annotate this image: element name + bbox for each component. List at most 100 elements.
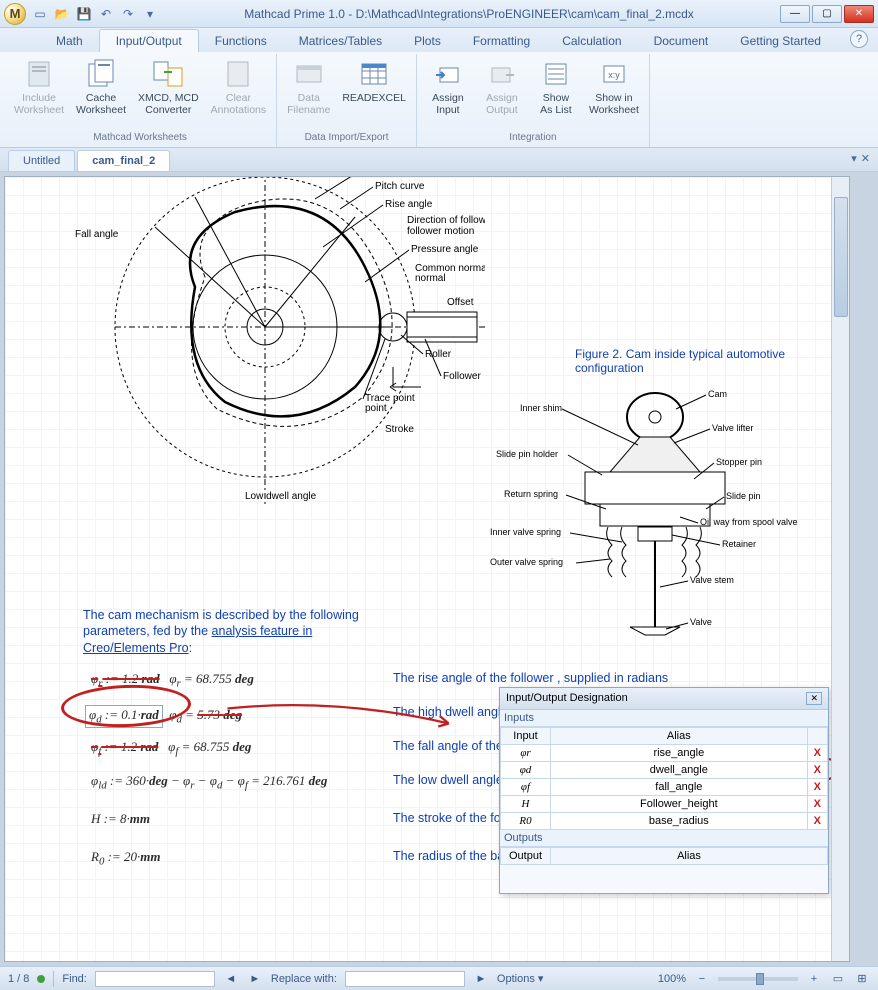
window-buttons: — ▢ ✕	[780, 5, 874, 23]
find-prev-icon[interactable]: ◄	[223, 971, 239, 987]
find-next-icon[interactable]: ►	[247, 971, 263, 987]
redo-icon[interactable]: ↷	[120, 6, 136, 22]
delete-row-icon[interactable]: X	[807, 796, 827, 813]
eq-fall-angle[interactable]: φf := 1.2·rad φf = 68.755 deg	[91, 739, 251, 758]
new-doc-icon[interactable]: ▭	[32, 6, 48, 22]
doctab-close-icon[interactable]: ✕	[861, 152, 870, 165]
readexcel-button[interactable]: READEXCEL	[338, 56, 410, 106]
tab-functions[interactable]: Functions	[199, 30, 283, 52]
svg-text:Stopper pin: Stopper pin	[716, 457, 762, 467]
replace-label: Replace with:	[271, 973, 337, 985]
cache-worksheet-icon	[85, 58, 117, 90]
desc-low-dwell: The low dwell angle	[393, 773, 503, 787]
svg-text:Return spring: Return spring	[504, 489, 558, 499]
options-dropdown[interactable]: Options ▾	[497, 972, 544, 985]
svg-text:Roller: Roller	[425, 349, 452, 360]
svg-text:Cam: Cam	[708, 389, 727, 399]
assign-output-button[interactable]: AssignOutput	[477, 56, 527, 118]
tab-getting-started[interactable]: Getting Started	[724, 30, 837, 52]
eq-low-dwell[interactable]: φld := 360·deg − φr − φd − φf = 216.761 …	[91, 773, 327, 792]
statusbar: 1 / 8 Find: ◄ ► Replace with: ► Options …	[0, 966, 878, 990]
tab-math[interactable]: Math	[40, 30, 99, 52]
converter-icon	[152, 58, 184, 90]
svg-text:Low dwell angle: Low dwell angle	[245, 491, 317, 502]
desc-fall-angle: The fall angle of the	[393, 739, 503, 753]
table-row[interactable]: φrrise_angleX	[501, 745, 828, 762]
svg-text:point: point	[365, 403, 387, 414]
undo-icon[interactable]: ↶	[98, 6, 114, 22]
tab-calculation[interactable]: Calculation	[546, 30, 637, 52]
show-as-list-icon	[540, 58, 572, 90]
clear-annotations-button[interactable]: ClearAnnotations	[207, 56, 270, 118]
eq-stroke[interactable]: H := 8·mm	[91, 811, 150, 827]
svg-text:Inner valve spring: Inner valve spring	[490, 527, 561, 537]
delete-row-icon[interactable]: X	[807, 762, 827, 779]
minimize-button[interactable]: —	[780, 5, 810, 23]
maximize-button[interactable]: ▢	[812, 5, 842, 23]
page-width-icon[interactable]: ▭	[830, 971, 846, 987]
svg-text:follower motion: follower motion	[407, 226, 474, 237]
doctab-untitled[interactable]: Untitled	[8, 150, 75, 171]
svg-text:x:y: x:y	[608, 70, 620, 80]
scrollbar-thumb[interactable]	[834, 197, 848, 317]
qat-dropdown-icon[interactable]: ▾	[142, 6, 158, 22]
zoom-in-icon[interactable]: +	[806, 971, 822, 987]
svg-text:Slide pin: Slide pin	[726, 491, 761, 501]
table-row[interactable]: HFollower_heightX	[501, 796, 828, 813]
app-orb[interactable]: M	[4, 3, 26, 25]
xmcd-mcd-converter-button[interactable]: XMCD, MCDConverter	[134, 56, 203, 118]
delete-row-icon[interactable]: X	[807, 745, 827, 762]
svg-text:Stroke: Stroke	[385, 424, 414, 435]
inputs-table: InputAlias φrrise_angleX φddwell_angleX …	[500, 727, 828, 830]
assign-input-button[interactable]: AssignInput	[423, 56, 473, 118]
svg-text:Follower: Follower	[443, 371, 481, 382]
help-button[interactable]: ?	[850, 30, 868, 48]
page-indicator[interactable]: 1 / 8	[8, 973, 29, 985]
outputs-section-label: Outputs	[500, 830, 828, 847]
worksheet[interactable]: Cam profile Pitch curve Rise angle Direc…	[4, 176, 850, 962]
intro-paragraph: The cam mechanism is described by the fo…	[83, 607, 363, 656]
eq-base-radius[interactable]: R0 := 20·mm	[91, 849, 160, 868]
include-worksheet-button[interactable]: IncludeWorksheet	[10, 56, 68, 118]
cache-worksheet-button[interactable]: CacheWorksheet	[72, 56, 130, 118]
replace-next-icon[interactable]: ►	[473, 971, 489, 987]
show-in-worksheet-button[interactable]: x:yShow inWorksheet	[585, 56, 643, 118]
tab-matrices-tables[interactable]: Matrices/Tables	[283, 30, 398, 52]
group-label: Mathcad Worksheets	[10, 130, 270, 145]
io-popup-close-icon[interactable]: ✕	[806, 692, 822, 705]
svg-text:Offset: Offset	[447, 297, 474, 308]
replace-input[interactable]	[345, 971, 465, 987]
desc-stroke: The stroke of the fo	[393, 811, 501, 825]
find-input[interactable]	[95, 971, 215, 987]
find-label: Find:	[62, 973, 86, 985]
delete-row-icon[interactable]: X	[807, 813, 827, 830]
table-row[interactable]: φffall_angleX	[501, 779, 828, 796]
zoom-slider[interactable]	[718, 977, 798, 981]
vertical-scrollbar[interactable]	[831, 177, 849, 962]
zoom-value[interactable]: 100%	[658, 973, 686, 985]
doctab-dropdown-icon[interactable]: ▾	[851, 152, 857, 165]
quick-access-toolbar: ▭ 📂 💾 ↶ ↷ ▾	[32, 6, 158, 22]
zoom-out-icon[interactable]: −	[694, 971, 710, 987]
save-icon[interactable]: 💾	[76, 6, 92, 22]
tab-input-output[interactable]: Input/Output	[99, 29, 199, 52]
svg-text:Direction of follower motion: Direction of follower motion	[407, 215, 485, 226]
tab-document[interactable]: Document	[638, 30, 725, 52]
svg-text:Slide pin holder: Slide pin holder	[496, 449, 558, 459]
data-filename-button[interactable]: DataFilename	[283, 56, 334, 118]
table-row[interactable]: φddwell_angleX	[501, 762, 828, 779]
tab-formatting[interactable]: Formatting	[457, 30, 546, 52]
ribbon: IncludeWorksheet CacheWorksheet XMCD, MC…	[0, 52, 878, 148]
group-label: Data Import/Export	[283, 130, 410, 145]
page-fit-icon[interactable]: ⊞	[854, 971, 870, 987]
table-row[interactable]: R0base_radiusX	[501, 813, 828, 830]
doctab-cam-final-2[interactable]: cam_final_2	[77, 150, 170, 171]
delete-row-icon[interactable]: X	[807, 779, 827, 796]
show-as-list-button[interactable]: ShowAs List	[531, 56, 581, 118]
close-button[interactable]: ✕	[844, 5, 874, 23]
tab-plots[interactable]: Plots	[398, 30, 457, 52]
io-designation-popup[interactable]: Input/Output Designation ✕ Inputs InputA…	[499, 687, 829, 894]
open-icon[interactable]: 📂	[54, 6, 70, 22]
io-popup-titlebar[interactable]: Input/Output Designation ✕	[500, 688, 828, 710]
annotation-arrow	[185, 701, 495, 731]
